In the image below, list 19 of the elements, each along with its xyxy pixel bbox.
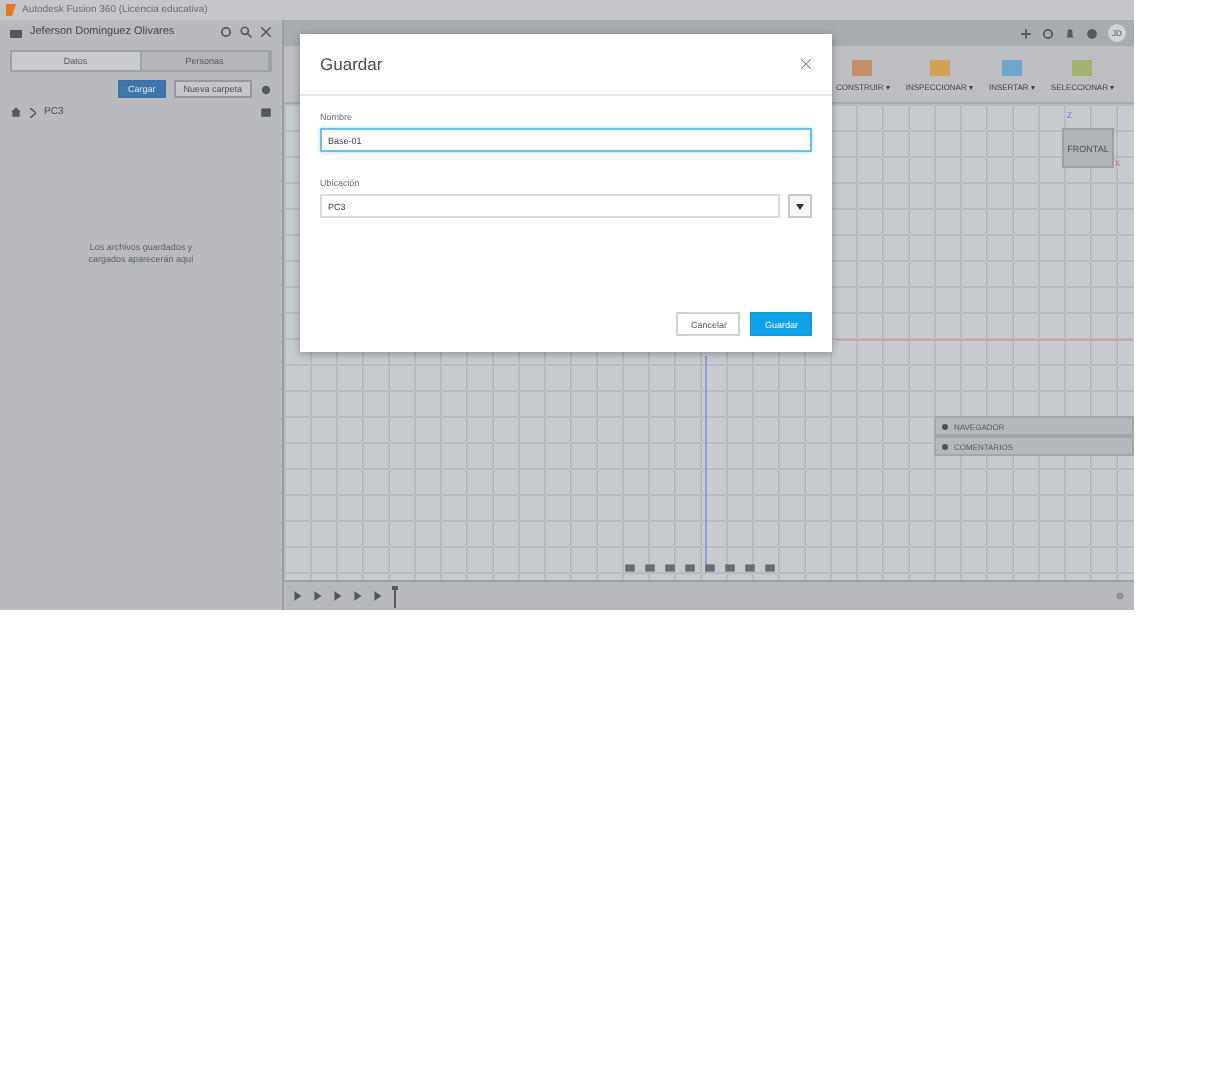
dialog-title: Guardar [320,54,383,74]
tool-icon [999,57,1024,77]
chevron-icon [30,107,36,117]
play-icon[interactable] [332,590,344,602]
bell-icon[interactable] [1064,27,1076,39]
close-icon[interactable] [260,26,272,38]
tool-icon [927,57,952,77]
timeline-marker-icon[interactable] [392,585,398,607]
bullet-icon [942,423,948,429]
dropdown-button[interactable] [788,194,812,218]
tool-icon [850,57,875,77]
close-icon[interactable] [800,58,812,70]
tool-icon [1070,57,1095,77]
caret-icon [796,203,804,209]
app-logo-icon [6,4,16,16]
bullet-icon [942,443,948,449]
search-icon[interactable] [240,26,252,38]
home-icon[interactable] [10,106,22,118]
add-icon[interactable] [1020,27,1032,39]
